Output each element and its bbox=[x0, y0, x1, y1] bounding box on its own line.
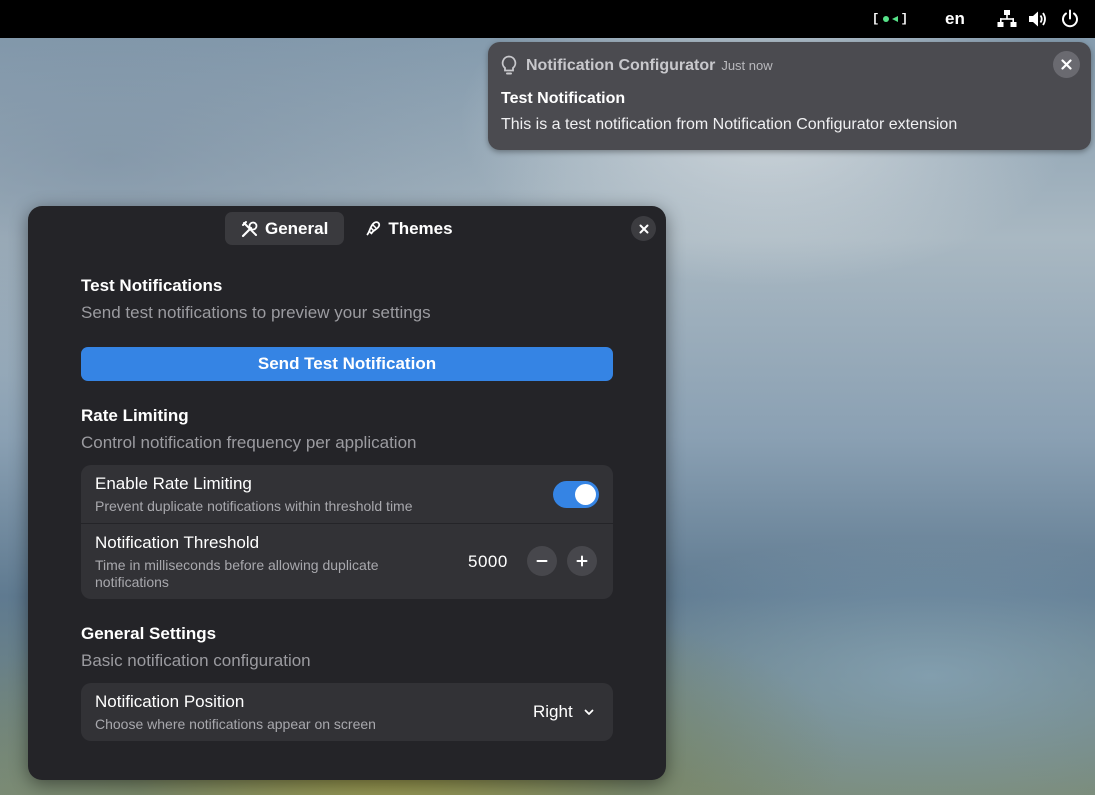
general-section-subtitle: Basic notification configuration bbox=[81, 651, 311, 670]
notification-app-name: Notification Configurator bbox=[526, 57, 716, 74]
plus-icon bbox=[576, 555, 588, 567]
window-close-button[interactable] bbox=[631, 216, 656, 241]
volume-icon[interactable] bbox=[1028, 9, 1048, 29]
close-icon bbox=[639, 224, 648, 233]
threshold-increment-button[interactable] bbox=[567, 546, 597, 576]
network-icon[interactable] bbox=[997, 9, 1017, 29]
position-subtitle: Choose where notifications appear on scr… bbox=[95, 716, 376, 732]
enable-rate-limiting-row: Enable Rate Limiting Prevent duplicate n… bbox=[81, 465, 613, 523]
enable-rate-limiting-title: Enable Rate Limiting bbox=[95, 474, 252, 493]
notification-body: This is a test notification from Notific… bbox=[501, 116, 958, 133]
toggle-knob bbox=[575, 484, 596, 505]
threshold-subtitle-line2: notifications bbox=[95, 574, 169, 590]
rate-limiting-toggle[interactable] bbox=[553, 481, 599, 508]
close-icon bbox=[1061, 59, 1072, 70]
position-dropdown-value: Right bbox=[533, 702, 573, 721]
general-settings-card: Notification Position Choose where notif… bbox=[81, 683, 613, 741]
position-dropdown[interactable]: Right bbox=[533, 700, 595, 724]
notification-close-button[interactable] bbox=[1053, 51, 1080, 78]
threshold-subtitle-line1: Time in milliseconds before allowing dup… bbox=[95, 557, 379, 573]
tab-themes[interactable]: Themes bbox=[348, 212, 468, 245]
notification-banner[interactable]: Notification Configurator Just now Test … bbox=[488, 42, 1091, 150]
palette-icon bbox=[366, 220, 381, 236]
tab-themes-label: Themes bbox=[388, 218, 453, 238]
tab-general[interactable]: General bbox=[225, 212, 345, 245]
send-test-notification-button[interactable]: Send Test Notification bbox=[81, 347, 613, 381]
tab-bar: General Themes bbox=[225, 212, 469, 245]
rate-section-title: Rate Limiting bbox=[81, 406, 189, 425]
threshold-value[interactable]: 5000 bbox=[468, 552, 508, 572]
enable-rate-limiting-subtitle: Prevent duplicate notifications within t… bbox=[95, 498, 413, 514]
chevron-down-icon bbox=[584, 709, 594, 715]
rate-limiting-card: Enable Rate Limiting Prevent duplicate n… bbox=[81, 465, 613, 599]
minus-icon bbox=[536, 560, 548, 562]
notification-position-row: Notification Position Choose where notif… bbox=[81, 683, 613, 741]
rate-section-subtitle: Control notification frequency per appli… bbox=[81, 433, 417, 452]
test-section-subtitle: Send test notifications to preview your … bbox=[81, 303, 431, 322]
top-bar: [ ] en bbox=[0, 0, 1095, 38]
tools-icon bbox=[241, 220, 258, 237]
test-section-title: Test Notifications bbox=[81, 276, 223, 295]
lightbulb-icon bbox=[500, 55, 518, 82]
general-section-title: General Settings bbox=[81, 624, 217, 643]
notification-time: Just now bbox=[721, 58, 773, 73]
tab-general-label: General bbox=[265, 218, 329, 238]
notification-threshold-row: Notification Threshold Time in milliseco… bbox=[81, 524, 613, 599]
threshold-title: Notification Threshold bbox=[95, 533, 260, 552]
threshold-decrement-button[interactable] bbox=[527, 546, 557, 576]
settings-window: General Themes Test Notifications Send t… bbox=[28, 206, 666, 780]
keyboard-language-indicator[interactable]: en bbox=[945, 9, 965, 29]
power-icon[interactable] bbox=[1060, 9, 1080, 29]
position-title: Notification Position bbox=[95, 692, 245, 711]
notification-title: Test Notification bbox=[501, 90, 626, 107]
notification-header: Notification Configurator Just now bbox=[526, 57, 773, 75]
screencast-indicator-icon[interactable]: [ ] bbox=[872, 12, 908, 26]
